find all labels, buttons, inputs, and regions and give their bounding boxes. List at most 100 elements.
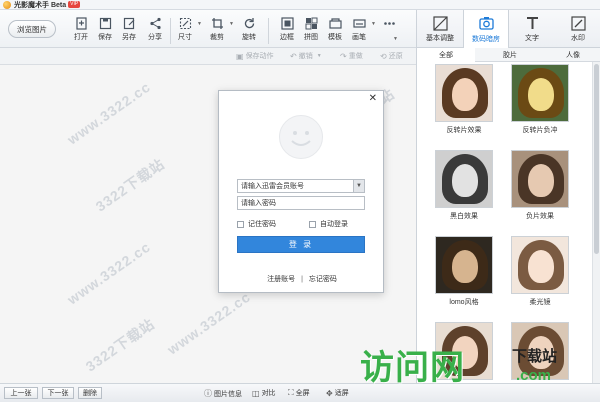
forgot-password-link[interactable]: 忘记密码 (309, 274, 337, 284)
effect-label: 负片效果 (526, 213, 554, 220)
fit-screen-button[interactable]: ✥ 适屏 (326, 388, 349, 398)
border-button[interactable]: 边框 (274, 16, 300, 46)
tab-watermark[interactable]: 水印 (555, 10, 600, 48)
more-dropdown-icon[interactable]: ▼ (393, 36, 398, 42)
effect-label: 反转片负冲 (522, 127, 558, 134)
tab-label: 数码暗房 (472, 35, 500, 43)
login-button[interactable]: 登 录 (237, 236, 365, 253)
link-separator: | (301, 275, 303, 283)
checkbox-box[interactable] (309, 220, 316, 228)
crop-dropdown-icon[interactable]: ▼ (229, 21, 234, 27)
toolbar-divider (268, 18, 269, 44)
effect-grid: 反转片效果 反转片负冲 黑白效果 负片效果 lomo风格 柔光镜 (417, 62, 593, 383)
undo-button[interactable]: ↶ 撤销 ▼ (290, 51, 324, 61)
fullscreen-button[interactable]: ⛶ 全屏 (288, 388, 310, 398)
auto-login-checkbox[interactable]: 自动登录 (309, 219, 348, 229)
brush-button[interactable]: 画笔 ▼ (346, 16, 376, 46)
effect-label: 反转片效果 (446, 127, 482, 134)
brand-main-text: 访问网 (360, 349, 465, 387)
next-image-button[interactable]: 下一张 (42, 387, 74, 399)
rotate-icon (242, 16, 256, 30)
tab-digital-darkroom[interactable]: 数码暗房 (463, 10, 509, 49)
template-label: 模板 (328, 34, 342, 41)
login-dialog: ✕ 请输入迅雷会员账号 ▼ 请输入密码 记住密码 自动登录 登 录 注册账号 |… (218, 90, 384, 293)
tab-label: 基本调整 (426, 35, 454, 42)
text-icon (524, 15, 540, 31)
auto-login-label: 自动登录 (320, 221, 348, 228)
delete-button[interactable]: 删除 (78, 387, 102, 399)
panel-scrollbar[interactable] (592, 62, 600, 383)
save-icon (98, 16, 112, 30)
effect-preview (511, 236, 569, 294)
crop-label: 裁剪 (210, 34, 224, 41)
effect-thumbnail[interactable]: 柔光镜 (511, 236, 569, 311)
image-info-label: 图片信息 (214, 390, 242, 398)
redo-label: 重做 (348, 53, 363, 60)
resize-dropdown-icon[interactable]: ▼ (197, 21, 202, 27)
crop-button[interactable]: 裁剪 ▼ (204, 16, 234, 46)
save-action-button[interactable]: ▣ 保存动作 (236, 51, 274, 61)
effect-thumbnail[interactable]: 反转片负冲 (511, 64, 569, 139)
redo-icon: ↷ (340, 51, 347, 61)
checkbox-box[interactable] (237, 220, 244, 228)
remember-password-label: 记住密码 (248, 221, 276, 228)
resize-button[interactable]: 尺寸 ▼ (172, 16, 202, 46)
undo-icon: ↶ (290, 51, 297, 61)
effect-preview (511, 150, 569, 208)
brush-label: 画笔 (352, 34, 366, 41)
redo-button[interactable]: ↷ 重做 (340, 51, 363, 61)
template-icon (328, 16, 342, 30)
browse-images-button[interactable]: 浏览图片 (8, 20, 56, 38)
save-label: 保存 (98, 34, 112, 41)
subtab-film[interactable]: 胶片 (481, 48, 539, 62)
effect-category-tabs: 全部 胶片 人像 (417, 48, 600, 62)
share-button[interactable]: 分享 (142, 16, 168, 46)
effect-thumbnail[interactable]: 反转片效果 (435, 64, 493, 139)
restore-button[interactable]: ⟲ 还原 (380, 51, 403, 61)
tab-basic-adjust[interactable]: 基本调整 (417, 10, 463, 48)
close-icon[interactable]: ✕ (369, 93, 377, 104)
undo-dropdown-icon[interactable]: ▼ (317, 53, 322, 59)
compare-button[interactable]: ◫ 对比 (252, 388, 276, 398)
more-icon (382, 16, 396, 30)
restore-label: 还原 (388, 53, 403, 60)
effect-thumbnail[interactable]: 黑白效果 (435, 150, 493, 225)
scrollbar-thumb[interactable] (594, 64, 599, 254)
password-field[interactable]: 请输入密码 (237, 196, 365, 210)
tab-text[interactable]: 文字 (509, 10, 555, 48)
account-placeholder: 请输入迅雷会员账号 (241, 183, 304, 190)
collage-button[interactable]: 拼图 (298, 16, 324, 46)
rotate-button[interactable]: 旋转 (236, 16, 262, 46)
share-label: 分享 (148, 34, 162, 41)
save-as-button[interactable]: 另存 (116, 16, 142, 46)
effect-preview (435, 236, 493, 294)
password-placeholder: 请输入密码 (241, 200, 276, 207)
save-button[interactable]: 保存 (92, 16, 118, 46)
watermark-text: 3322下载站 (82, 315, 158, 375)
effect-thumbnail[interactable]: 负片效果 (511, 150, 569, 225)
fullscreen-icon: ⛶ (288, 388, 294, 397)
resize-icon (178, 16, 192, 30)
app-logo-icon (3, 0, 11, 9)
subtab-all[interactable]: 全部 (417, 48, 475, 62)
template-button[interactable]: 模板 (322, 16, 348, 46)
open-button[interactable]: 打开 (68, 16, 94, 46)
effect-thumbnail[interactable]: lomo风格 (435, 236, 493, 311)
undo-label: 撤销 (298, 53, 313, 60)
tab-label: 水印 (571, 35, 585, 42)
image-info-button[interactable]: ⓘ 图片信息 (204, 388, 242, 399)
more-button[interactable]: ▼ (376, 16, 402, 46)
info-icon: ⓘ (204, 389, 212, 398)
previous-image-button[interactable]: 上一张 (4, 387, 38, 399)
chevron-down-icon[interactable]: ▼ (353, 180, 364, 192)
register-link[interactable]: 注册账号 (267, 274, 295, 284)
main-toolbar: 浏览图片 打开 保存 另存 分享 尺寸 ▼ 裁剪 ▼ 旋转 边框 拼图 模板 画… (0, 10, 416, 48)
subtab-portrait[interactable]: 人像 (545, 48, 600, 62)
share-icon (148, 16, 162, 30)
border-icon (280, 16, 294, 30)
remember-password-checkbox[interactable]: 记住密码 (237, 219, 276, 229)
fit-screen-label: 适屏 (334, 390, 349, 397)
account-field[interactable]: 请输入迅雷会员账号 ▼ (237, 179, 365, 193)
resize-label: 尺寸 (178, 34, 192, 41)
save-action-label: 保存动作 (245, 53, 274, 60)
